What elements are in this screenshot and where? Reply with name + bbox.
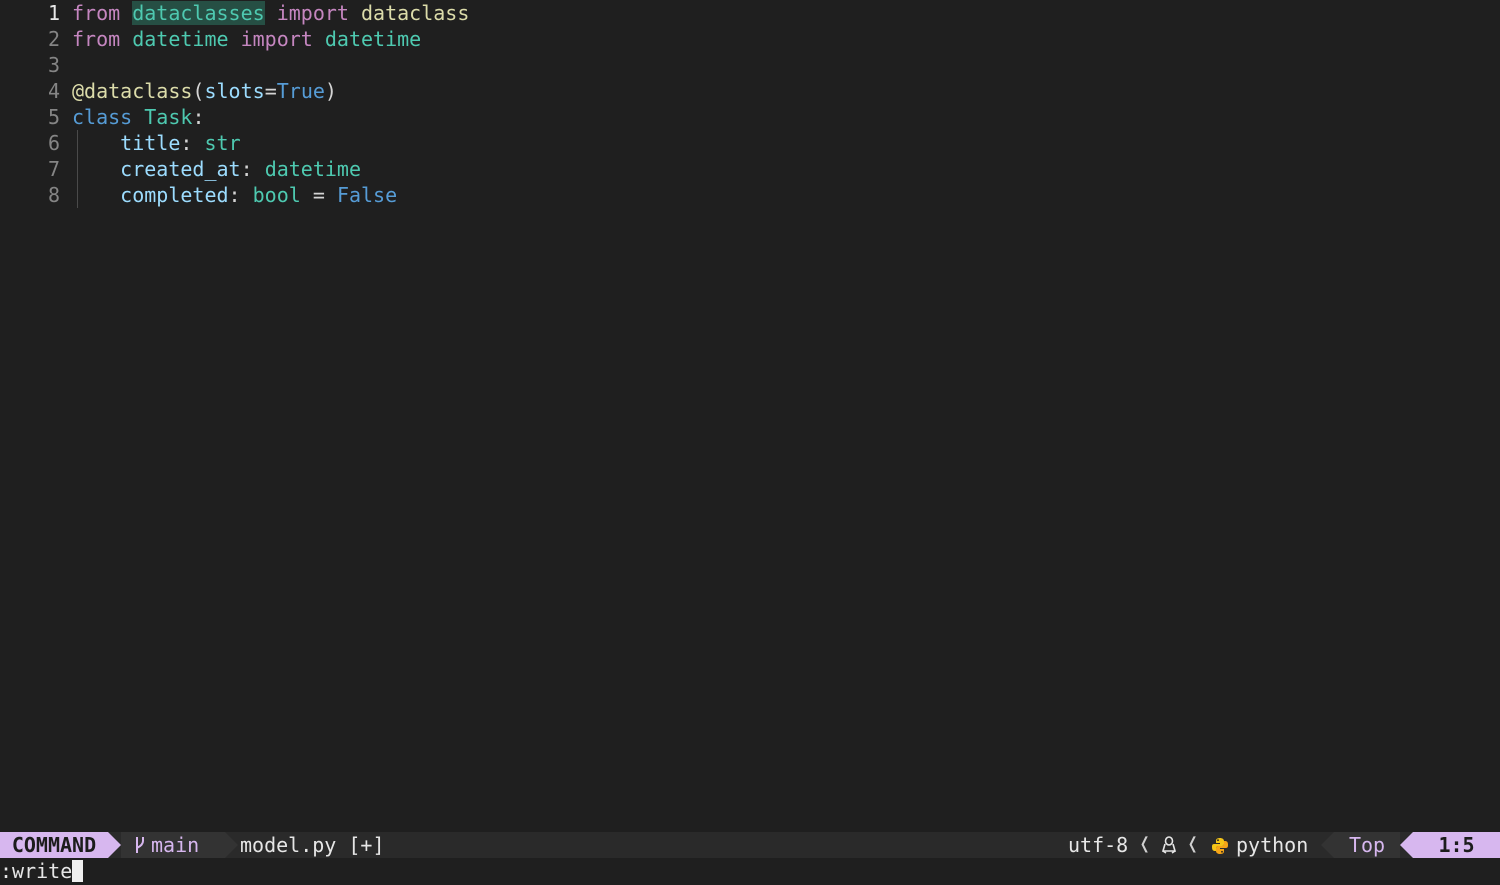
line-number: 6 xyxy=(47,131,60,155)
code-token: title xyxy=(120,131,181,155)
code-token: created_at xyxy=(120,157,241,181)
statusline: COMMAND main model.py [+] utf-8 ❬ ❬ pyth… xyxy=(0,832,1500,858)
code-token: class xyxy=(72,105,133,129)
line-content[interactable]: class Task: xyxy=(72,104,204,130)
code-token: import xyxy=(276,1,349,25)
git-branch-segment[interactable]: main xyxy=(121,832,225,858)
code-token: import xyxy=(240,27,313,51)
line-number: 2 xyxy=(47,27,60,51)
code-token: False xyxy=(336,183,398,207)
line-content[interactable]: @dataclass(slots=True) xyxy=(72,78,337,104)
code-token: @dataclass xyxy=(72,79,193,103)
python-icon xyxy=(1211,832,1229,858)
branch-separator xyxy=(225,832,238,858)
scroll-position: Top xyxy=(1334,832,1400,858)
command-line-text[interactable]: :write xyxy=(0,859,72,883)
code-token: : xyxy=(240,157,265,181)
code-token: slots xyxy=(204,79,265,103)
command-line[interactable]: :write xyxy=(0,858,1500,885)
code-token: ( xyxy=(192,79,205,103)
code-token: True xyxy=(276,79,325,103)
line-number: 3 xyxy=(47,53,60,77)
code-token: Task xyxy=(144,105,193,129)
line-number: 8 xyxy=(47,183,60,207)
chevron-left-icon: ❬ xyxy=(1138,832,1152,857)
code-token: datetime xyxy=(324,27,422,51)
code-token: from xyxy=(72,1,121,25)
line-content[interactable]: title: str xyxy=(72,130,241,156)
code-token: dataclasses xyxy=(132,1,265,25)
line-content[interactable]: from datetime import datetime xyxy=(72,26,421,52)
mode-indicator: COMMAND xyxy=(0,832,108,858)
line-number: 7 xyxy=(47,157,60,181)
code-token: = xyxy=(264,79,277,103)
line-content[interactable]: completed: bool = False xyxy=(72,182,397,208)
line-number: 5 xyxy=(47,105,60,129)
line-number: 4 xyxy=(47,79,60,103)
scroll-separator xyxy=(1321,832,1334,858)
code-token: datetime xyxy=(132,27,229,51)
git-branch-icon xyxy=(129,832,151,858)
git-branch-name: main xyxy=(151,833,200,857)
cursor-position: 1:5 xyxy=(1413,832,1500,858)
encoding-label: utf-8 xyxy=(1068,833,1129,857)
code-token: completed xyxy=(120,183,229,207)
code-token: dataclass xyxy=(361,1,470,25)
code-token: bool xyxy=(252,183,301,207)
code-token: datetime xyxy=(264,157,362,181)
linux-tux-icon xyxy=(1161,832,1177,858)
mode-separator xyxy=(108,832,121,858)
line-content[interactable]: from dataclasses import dataclass xyxy=(72,0,469,26)
code-token: str xyxy=(204,131,241,155)
filetype-label: python xyxy=(1236,833,1309,857)
code-token: = xyxy=(300,183,337,207)
code-token: : xyxy=(228,183,253,207)
code-token: : xyxy=(180,131,205,155)
file-name[interactable]: model.py [+] xyxy=(240,832,385,858)
line-content[interactable]: created_at: datetime xyxy=(72,156,361,182)
cursor-position-separator xyxy=(1400,832,1413,858)
code-token: : xyxy=(192,105,205,129)
text-cursor xyxy=(72,860,84,882)
code-token: ) xyxy=(324,79,337,103)
line-number: 1 xyxy=(47,1,60,25)
chevron-left-icon: ❬ xyxy=(1186,832,1200,857)
code-token: from xyxy=(72,27,121,51)
editor-pane[interactable]: 1 from dataclasses import dataclass 2 from … xyxy=(0,0,1500,832)
